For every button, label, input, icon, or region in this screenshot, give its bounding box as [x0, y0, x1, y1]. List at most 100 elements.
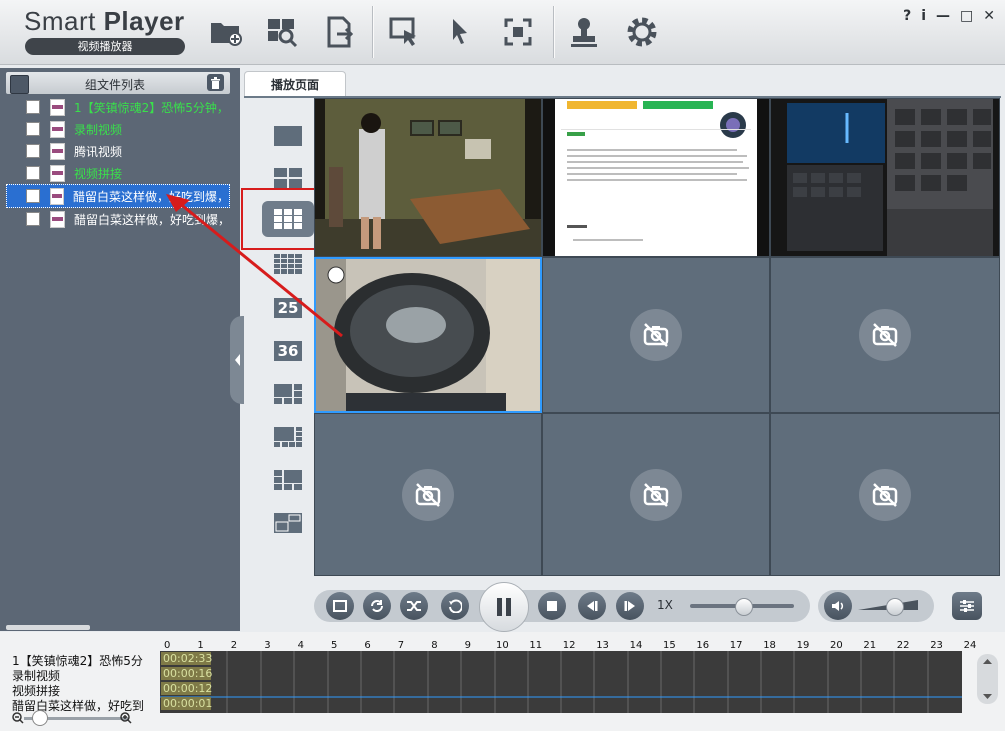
camera-off-icon — [630, 309, 682, 361]
search-file-icon[interactable] — [262, 12, 302, 52]
fullscreen-icon[interactable] — [498, 12, 538, 52]
item-checkbox[interactable] — [26, 166, 40, 180]
timeline-scrollbar[interactable] — [977, 654, 998, 704]
video-cell-5-empty[interactable] — [542, 257, 770, 413]
video-cell-8-empty[interactable] — [542, 413, 770, 576]
select-all-checkbox[interactable] — [10, 75, 29, 94]
cursor-icon[interactable] — [440, 12, 480, 52]
file-list-scrollbar[interactable] — [6, 625, 90, 630]
timeline-zoom-knob[interactable] — [32, 710, 48, 726]
video-cell-9-empty[interactable] — [770, 413, 1000, 576]
video-file-icon — [50, 98, 65, 116]
video-cell-7-empty[interactable] — [314, 413, 542, 576]
layout-custom-3-button[interactable] — [262, 462, 314, 498]
timeline-hour-label: 5 — [331, 640, 338, 651]
video-file-icon — [50, 120, 65, 138]
annotation-arrow — [166, 194, 343, 338]
trash-icon[interactable] — [207, 74, 224, 91]
shuffle-icon[interactable] — [400, 592, 428, 620]
help-button[interactable]: ? — [903, 8, 911, 24]
timeline-hour-label: 13 — [596, 640, 609, 651]
camera-off-icon — [630, 468, 682, 521]
timeline-hour-label: 6 — [364, 640, 371, 651]
stamp-icon[interactable] — [564, 12, 604, 52]
list-item[interactable]: 录制视频 — [6, 118, 230, 140]
loop-icon[interactable] — [363, 592, 391, 620]
timeline-hour-label: 11 — [529, 640, 543, 651]
list-item[interactable]: 1【笑镇惊魂2】恐怖5分钟， — [6, 96, 230, 118]
app-subtitle: 视频播放器 — [25, 38, 185, 55]
timeline-row-duration: 00:00:12 — [161, 682, 213, 695]
timeline-hour-label: 16 — [696, 640, 710, 651]
list-item[interactable]: 视频拼接 — [6, 162, 230, 184]
timeline-hour-label: 8 — [431, 640, 438, 651]
camera-off-icon — [859, 468, 911, 521]
timeline-hour-label: 20 — [830, 640, 843, 651]
video-frame-laptop — [771, 99, 999, 256]
item-checkbox[interactable] — [26, 212, 40, 226]
adjust-settings-icon[interactable] — [952, 592, 982, 620]
timeline-hour-label: 21 — [863, 640, 877, 651]
layout-custom-1-button[interactable] — [262, 376, 314, 412]
item-checkbox[interactable] — [26, 189, 40, 203]
gear-icon[interactable] — [622, 12, 662, 52]
video-cell-2[interactable] — [542, 98, 770, 257]
item-checkbox[interactable] — [26, 144, 40, 158]
timeline-hour-label: 2 — [230, 640, 238, 651]
timeline-hour-label: 1 — [197, 640, 204, 651]
timeline-hour-label: 14 — [629, 640, 643, 651]
timeline-hour-label: 23 — [930, 640, 943, 651]
layout-custom-2-button[interactable] — [262, 419, 314, 455]
volume-slider-knob[interactable] — [886, 598, 904, 616]
folder-add-icon[interactable] — [206, 12, 246, 52]
file-name: 录制视频 — [74, 122, 123, 137]
timeline-row-duration: 00:02:33 — [161, 652, 213, 665]
minimize-button[interactable]: — — [936, 8, 950, 24]
prev-frame-icon[interactable] — [578, 592, 606, 620]
info-button[interactable]: i — [921, 8, 926, 24]
rewind-icon[interactable] — [441, 592, 469, 620]
item-checkbox[interactable] — [26, 122, 40, 136]
file-list: 1【笑镇惊魂2】恐怖5分钟， 录制视频 腾讯视频 视频拼接 醋留白菜这样做，好吃… — [6, 96, 230, 626]
maximize-button[interactable]: □ — [960, 8, 973, 24]
app-title: Smart Player — [24, 6, 185, 36]
tab-play-page[interactable]: 播放页面 — [244, 71, 346, 98]
pause-button[interactable] — [479, 582, 529, 632]
video-grid — [314, 98, 1000, 576]
toolbar-separator — [553, 6, 555, 58]
file-name: 腾讯视频 — [74, 144, 123, 159]
export-icon[interactable] — [320, 12, 360, 52]
zoom-in-icon[interactable] — [120, 712, 132, 727]
timeline-hour-label: 15 — [663, 640, 676, 651]
video-file-icon — [49, 187, 64, 205]
list-item[interactable]: 腾讯视频 — [6, 140, 230, 162]
video-frame-webpage — [543, 99, 769, 256]
camera-off-icon — [402, 468, 454, 521]
speed-label: 1X — [657, 598, 673, 612]
timeline-hour-label: 9 — [464, 640, 471, 651]
item-checkbox[interactable] — [26, 100, 40, 114]
video-cell-3[interactable] — [770, 98, 1000, 257]
stop-icon[interactable] — [538, 592, 566, 620]
zoom-out-icon[interactable] — [12, 712, 24, 727]
timeline-row-duration: 00:00:01 — [161, 697, 213, 710]
timeline-hour-label: 0 — [164, 640, 171, 651]
screen-mode-button[interactable] — [326, 592, 354, 620]
close-button[interactable]: ✕ — [983, 8, 995, 24]
video-file-icon — [50, 142, 65, 160]
toolbar-separator — [372, 6, 374, 58]
timeline-row-duration: 00:00:16 — [161, 667, 213, 680]
video-file-icon — [50, 164, 65, 182]
timeline-hour-label: 19 — [796, 640, 810, 651]
camera-off-icon — [859, 309, 911, 361]
layout-custom-4-button[interactable] — [262, 505, 314, 541]
speaker-icon[interactable] — [824, 592, 852, 620]
timeline-grid[interactable] — [160, 651, 962, 713]
timeline-hour-label: 22 — [896, 640, 910, 651]
select-area-icon[interactable] — [384, 12, 424, 52]
video-cell-6-empty[interactable] — [770, 257, 1000, 413]
video-file-icon — [50, 210, 65, 228]
speed-slider-knob[interactable] — [735, 598, 753, 616]
layout-1x1-button[interactable] — [262, 118, 314, 154]
next-frame-icon[interactable] — [616, 592, 644, 620]
